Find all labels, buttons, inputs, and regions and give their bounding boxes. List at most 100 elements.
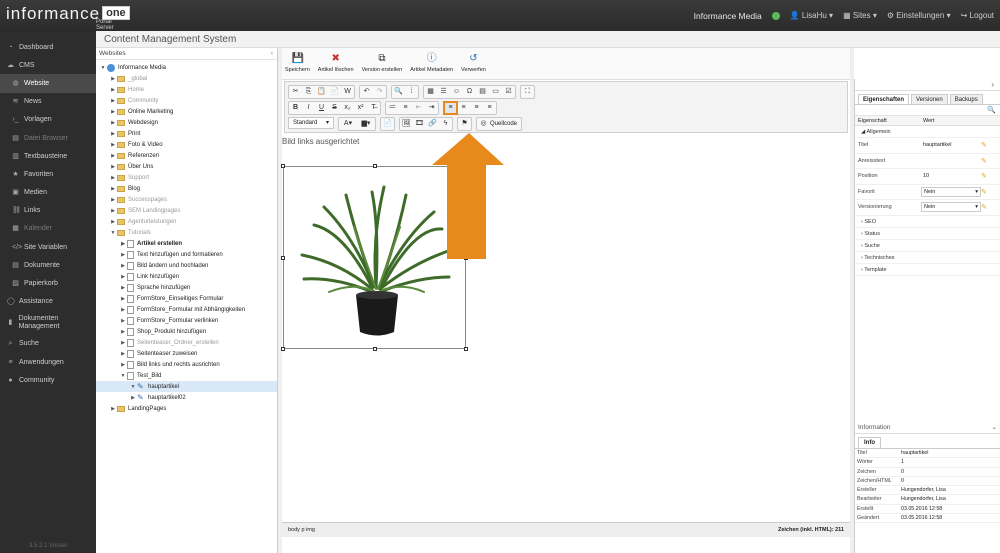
paste-icon[interactable]: 📋	[315, 86, 328, 98]
remove-format-icon[interactable]: T̶	[367, 102, 380, 114]
expand-icon[interactable]: ▶	[119, 351, 127, 357]
expand-icon[interactable]: ▶	[119, 340, 127, 346]
collapse-icon[interactable]: ▼	[99, 65, 107, 71]
bullet-list-icon[interactable]: ≡	[399, 102, 412, 114]
expand-icon[interactable]: ▶	[109, 153, 117, 159]
collapse-icon[interactable]: ▼	[109, 230, 117, 236]
align-right-icon[interactable]: ≡	[470, 102, 483, 114]
sidebar-item-dashboard[interactable]: ◔ Dashboard	[0, 38, 96, 56]
app-logo[interactable]: informance one Portal Server	[6, 4, 130, 31]
link-icon[interactable]: 🔗	[426, 118, 439, 130]
settings-menu[interactable]: ⚙ Einstellungen ▾	[887, 11, 951, 20]
source-button[interactable]: ◎ Quellcode	[476, 117, 523, 131]
expand-icon[interactable]: ▶	[109, 197, 117, 203]
tree-row[interactable]: ▶ Print	[96, 128, 277, 139]
section-template[interactable]: › Template	[855, 264, 1000, 276]
edit-pencil-icon[interactable]: ✎	[981, 157, 993, 165]
property-value[interactable]: Nein ▾	[921, 186, 981, 197]
content-heading[interactable]: Bild links ausgerichtet	[282, 137, 359, 146]
sidebar-item-community[interactable]: ● Community	[0, 371, 96, 389]
media-icon[interactable]: 🎞	[413, 118, 426, 130]
anchor-flag-icon[interactable]: ⚑	[458, 118, 471, 130]
justify-icon[interactable]: ≡	[483, 102, 496, 114]
expand-icon[interactable]: ▶	[129, 395, 137, 401]
tree-row[interactable]: ▶ FormStore_Einseitiges Formular	[96, 293, 277, 304]
expand-icon[interactable]: ▶	[119, 318, 127, 324]
tree-row[interactable]: ▶ Support	[96, 172, 277, 183]
expand-icon[interactable]: ▶	[109, 219, 117, 225]
tree-row[interactable]: ▼ ✎ hauptartikel	[96, 381, 277, 392]
expand-panel-icon[interactable]: ›	[991, 80, 994, 89]
property-value[interactable]: hauptartikel	[921, 142, 981, 148]
tree-row[interactable]: ▶ Link hinzufügen	[96, 271, 277, 282]
tree-row[interactable]: ▶ Seitenteaser_Ordner_erstellen	[96, 337, 277, 348]
tree-row[interactable]: ▼ Tutorials	[96, 227, 277, 238]
sidebar-item-suche[interactable]: ⌕ Suche	[0, 335, 96, 353]
tree-row[interactable]: ▶ LandingPages	[96, 403, 277, 414]
text-color-icon[interactable]: A▾	[339, 118, 357, 130]
smiley-icon[interactable]: ☺	[450, 86, 463, 98]
expand-icon[interactable]: ▶	[109, 406, 117, 412]
expand-icon[interactable]: ▶	[109, 142, 117, 148]
sidebar-item-favoriten[interactable]: ★ Favoriten	[0, 165, 96, 183]
cut-icon[interactable]: ✂	[289, 86, 302, 98]
sidebar-item-vorlagen[interactable]: ›_ Vorlagen	[0, 111, 96, 129]
edit-pencil-icon[interactable]: ✎	[981, 141, 993, 149]
tree-row[interactable]: ▼ Informance Media	[96, 62, 277, 73]
artikel-metadaten-button[interactable]: ⓘ Artikel Metadaten	[410, 53, 453, 79]
property-row[interactable]: Anreisstext ✎	[855, 154, 1000, 169]
sidebar-item-news[interactable]: ≋ News	[0, 93, 96, 111]
sidebar-item-dokumenten-management[interactable]: ▮ Dokumenten Management	[0, 311, 96, 335]
sidebar-item-site-variablen[interactable]: </> Site Variablen	[0, 238, 96, 256]
resize-handle[interactable]	[373, 347, 377, 351]
tree-row[interactable]: ▶ FormStore_Formular mit Abhängigkeiten	[96, 304, 277, 315]
tree-row[interactable]: ▶ Agenturleistungen	[96, 216, 277, 227]
artikel-löschen-button[interactable]: ✖ Artikel löschen	[318, 53, 354, 79]
subscript-icon[interactable]: x₂	[341, 102, 354, 114]
sidebar-item-datei-browser[interactable]: ▤ Datei Browser	[0, 129, 96, 147]
resize-handle[interactable]	[281, 347, 285, 351]
section-allgemein[interactable]: ◢ Allgemein	[855, 126, 1000, 138]
expand-icon[interactable]: ▶	[119, 274, 127, 280]
expand-icon[interactable]: ▶	[119, 307, 127, 313]
tree-row[interactable]: ▶ Seitenteaser zuweisen	[96, 348, 277, 359]
property-row[interactable]: Position 10 ✎	[855, 169, 1000, 185]
resize-handle[interactable]	[464, 347, 468, 351]
paste-word-icon[interactable]: W	[341, 86, 354, 98]
section-suche[interactable]: › Suche	[855, 240, 1000, 252]
section-technisches[interactable]: › Technisches	[855, 252, 1000, 264]
template-icon[interactable]: 📄	[381, 118, 394, 130]
speichern-button[interactable]: 💾 Speichern	[285, 53, 310, 79]
expand-icon[interactable]: ▶	[109, 87, 117, 93]
sidebar-item-website[interactable]: ◍ Website	[0, 74, 96, 93]
edit-pencil-icon[interactable]: ✎	[981, 188, 993, 196]
strike-icon[interactable]: S	[328, 102, 341, 114]
align-center-icon[interactable]: ≡	[457, 102, 470, 114]
tree-row[interactable]: ▶ Shop_Produkt hinzufügen	[96, 326, 277, 337]
expand-icon[interactable]: ▶	[119, 329, 127, 335]
expand-icon[interactable]: ▶	[119, 296, 127, 302]
collapse-info-icon[interactable]: ⌄	[992, 422, 997, 434]
tree-row[interactable]: ▶ Successpages	[96, 194, 277, 205]
checkbox-icon[interactable]: ☑	[502, 86, 515, 98]
sidebar-item-kalender[interactable]: ▦ Kalender	[0, 220, 96, 238]
property-value[interactable]: 10	[921, 173, 981, 179]
sidebar-item-papierkorb[interactable]: ▨ Papierkorb	[0, 274, 96, 292]
tree-row[interactable]: ▶ Sprache hinzufügen	[96, 282, 277, 293]
version-erstellen-button[interactable]: ⧉ Version erstellen	[362, 53, 403, 79]
flash-icon[interactable]: ϟ	[439, 118, 452, 130]
expand-icon[interactable]: ▶	[109, 120, 117, 126]
edit-pencil-icon[interactable]: ✎	[981, 172, 993, 180]
tab-versionen[interactable]: Versionen	[911, 94, 948, 104]
tree-row[interactable]: ▶ Bild ändern und hochladen	[96, 260, 277, 271]
col-key-header[interactable]: Eigenschaft	[855, 116, 921, 125]
editor-content[interactable]: Bild links ausgerichtet	[281, 133, 850, 522]
tree-row[interactable]: ▶ Blog	[96, 183, 277, 194]
bold-icon[interactable]: B	[289, 102, 302, 114]
expand-icon[interactable]: ▶	[109, 98, 117, 104]
italic-icon[interactable]: I	[302, 102, 315, 114]
tree-row[interactable]: ▶ _global	[96, 73, 277, 84]
resize-handle[interactable]	[281, 256, 285, 260]
search-icon[interactable]: 🔍	[987, 107, 996, 114]
tree-row[interactable]: ▼ Test_Bild	[96, 370, 277, 381]
